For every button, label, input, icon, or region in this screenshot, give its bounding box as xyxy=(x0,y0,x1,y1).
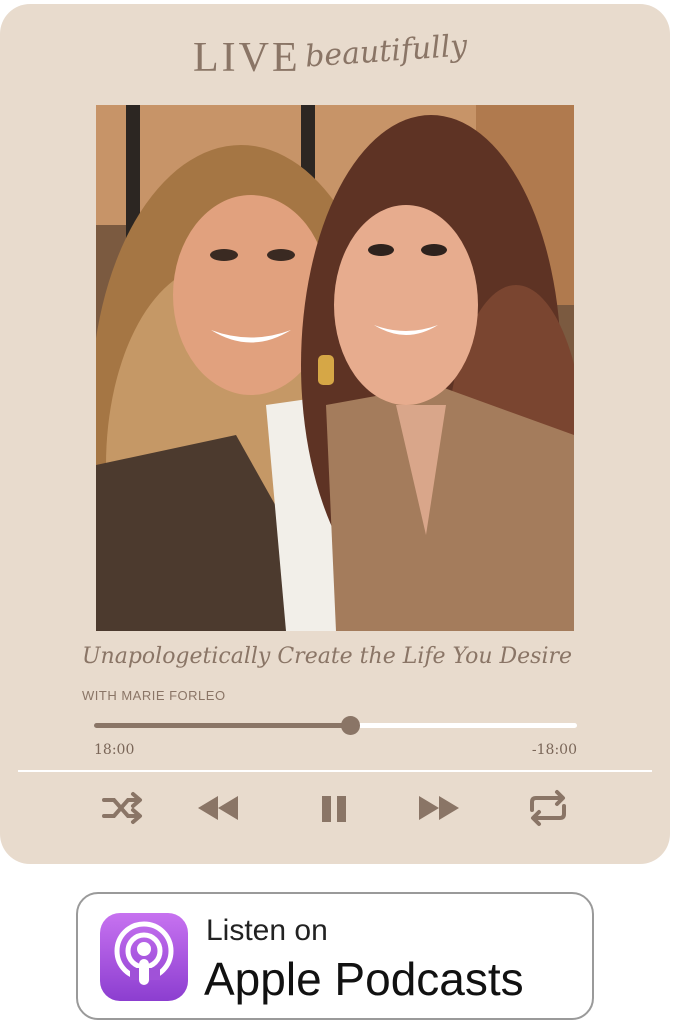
episode-host: WITH MARIE FORLEO xyxy=(82,688,226,703)
brand-logo: LIVE beautifully xyxy=(0,28,670,92)
episode-artwork xyxy=(96,105,574,631)
progress-knob[interactable] xyxy=(340,716,360,735)
progress-bar[interactable] xyxy=(94,716,577,735)
badge-line1: Listen on xyxy=(206,914,328,947)
shuffle-icon xyxy=(102,792,142,824)
elapsed-time: 18:00 xyxy=(94,742,135,758)
apple-podcasts-icon xyxy=(100,913,188,1001)
progress-fill xyxy=(94,723,350,728)
divider xyxy=(18,770,652,772)
repeat-icon xyxy=(530,790,566,826)
repeat-button[interactable] xyxy=(524,788,572,828)
fast-forward-button[interactable] xyxy=(415,788,463,828)
episode-title: Unapologetically Create the Life You Des… xyxy=(82,644,573,669)
shuffle-button[interactable] xyxy=(98,788,146,828)
rewind-button[interactable] xyxy=(194,788,242,828)
fast-forward-icon xyxy=(419,796,459,820)
brand-primary: LIVE xyxy=(193,35,301,81)
rewind-icon xyxy=(198,796,238,820)
listen-on-apple-podcasts-badge[interactable]: Listen on Apple Podcasts xyxy=(76,892,594,1020)
artwork-illustration xyxy=(96,105,574,631)
pause-button[interactable] xyxy=(310,788,358,828)
remaining-time: -18:00 xyxy=(531,742,577,758)
brand-script: beautifully xyxy=(303,28,469,75)
badge-line2: Apple Podcasts xyxy=(204,953,524,1005)
player-card: LIVE beautifully Unapologetically Create… xyxy=(0,4,670,864)
pause-icon xyxy=(322,796,346,822)
